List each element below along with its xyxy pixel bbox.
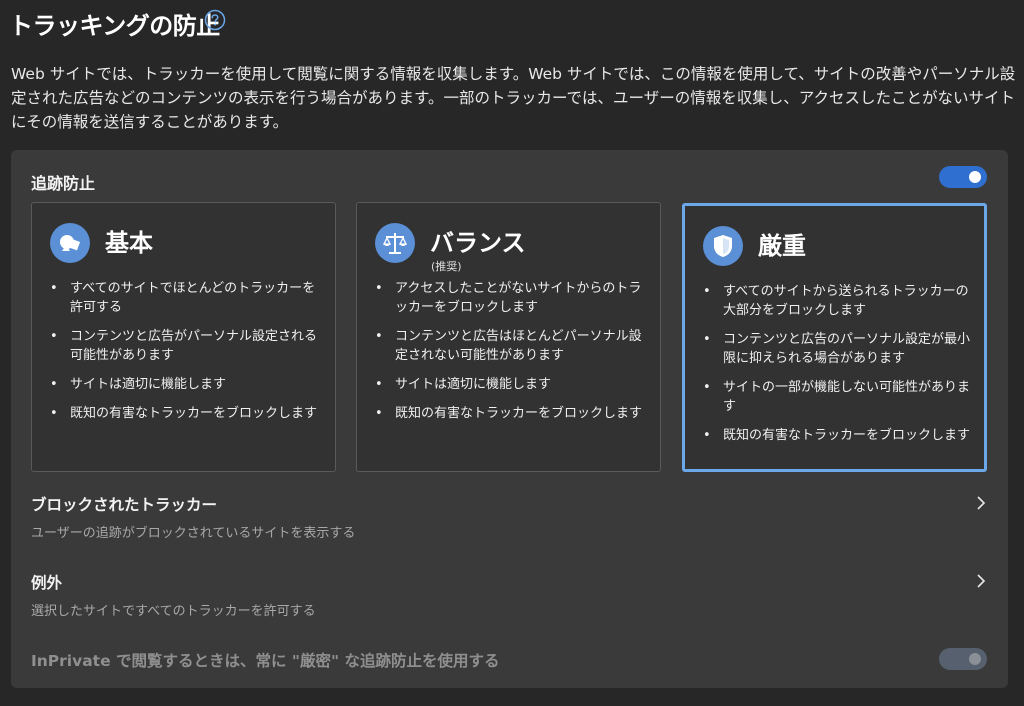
shield-icon <box>703 226 743 266</box>
chevron-right-icon[interactable] <box>974 495 988 511</box>
list-item: コンテンツと広告はほとんどパーソナル設定されない可能性があります <box>375 327 650 365</box>
list-item: すべてのサイトでほとんどのトラッカーを許可する <box>50 279 325 317</box>
list-item: 既知の有害なトラッカーをブロックします <box>50 404 325 423</box>
chevron-right-icon[interactable] <box>974 573 988 589</box>
list-item: 既知の有害なトラッカーをブロックします <box>703 426 978 445</box>
list-item: コンテンツと広告がパーソナル設定される可能性があります <box>50 327 325 365</box>
list-item: アクセスしたことがないサイトからのトラッカーをブロックします <box>375 279 650 317</box>
card-bullet-list: すべてのサイトでほとんどのトラッカーを許可する コンテンツと広告がパーソナル設定… <box>50 279 325 433</box>
card-subtitle: (推奨) <box>431 260 462 273</box>
card-basic[interactable]: 基本 すべてのサイトでほとんどのトラッカーを許可する コンテンツと広告がパーソナ… <box>31 202 336 472</box>
list-item: 既知の有害なトラッカーをブロックします <box>375 404 650 423</box>
card-strict[interactable]: 厳重 すべてのサイトから送られるトラッカーの大部分をブロックします コンテンツと… <box>682 203 987 472</box>
scales-icon <box>375 223 415 263</box>
list-item: すべてのサイトから送られるトラッカーの大部分をブロックします <box>703 282 978 320</box>
card-balanced[interactable]: バランス (推奨) アクセスしたことがないサイトからのトラッカーをブロックします… <box>356 202 661 472</box>
list-item: サイトは適切に機能します <box>50 375 325 394</box>
exceptions-title: 例外 <box>31 574 63 592</box>
question-circle-icon[interactable] <box>204 9 226 31</box>
list-item: コンテンツと広告のパーソナル設定が最小限に抑えられる場合があります <box>703 330 978 368</box>
exceptions-row[interactable]: 例外 選択したサイトですべてのトラッカーを許可する <box>11 571 1008 643</box>
inprivate-strict-label: InPrivate で閲覧するときは、常に "厳密" な追跡防止を使用する <box>31 652 500 670</box>
exceptions-subtitle: 選択したサイトですべてのトラッカーを許可する <box>31 604 316 619</box>
blocked-trackers-title: ブロックされたトラッカー <box>31 496 218 514</box>
card-title: 基本 <box>105 229 153 257</box>
list-item: サイトは適切に機能します <box>375 375 650 394</box>
card-title: 厳重 <box>758 232 806 260</box>
card-bullet-list: アクセスしたことがないサイトからのトラッカーをブロックします コンテンツと広告は… <box>375 279 650 433</box>
tracking-prevention-toggle[interactable] <box>939 166 987 188</box>
blocked-trackers-row[interactable]: ブロックされたトラッカー ユーザーの追跡がブロックされているサイトを表示する <box>11 493 1008 565</box>
shapes-icon <box>50 223 90 263</box>
page-description: Web サイトでは、トラッカーを使用して閲覧に関する情報を収集します。Web サ… <box>11 65 1016 131</box>
tracking-prevention-panel: 追跡防止 基本 すべてのサイトでほとんどのトラッカーを許可する コンテンツと広告… <box>11 150 1008 688</box>
toggle-knob <box>969 653 981 665</box>
card-bullet-list: すべてのサイトから送られるトラッカーの大部分をブロックします コンテンツと広告の… <box>703 282 978 455</box>
list-item: サイトの一部が機能しない可能性があります <box>703 378 978 416</box>
toggle-knob <box>969 171 981 183</box>
inprivate-strict-toggle[interactable] <box>939 648 987 670</box>
card-title: バランス <box>430 229 526 257</box>
tracking-prevention-label: 追跡防止 <box>31 174 96 193</box>
blocked-trackers-subtitle: ユーザーの追跡がブロックされているサイトを表示する <box>31 526 356 541</box>
page-title: トラッキングの防止 <box>9 12 220 40</box>
